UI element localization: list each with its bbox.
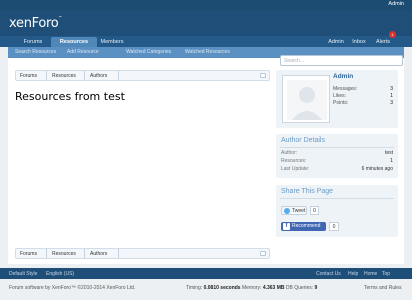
default-avatar-icon <box>287 80 327 120</box>
style-chooser-link[interactable]: Default Style <box>9 271 37 277</box>
breadcrumb-bottom: Forums Resources Authors <box>15 248 270 259</box>
recommend-count: 0 <box>329 222 339 231</box>
breadcrumb-separator <box>84 71 85 80</box>
tweet-button[interactable]: Tweet <box>281 206 307 215</box>
breadcrumb-separator <box>118 71 119 80</box>
stat-points: Points: 3 <box>333 100 393 106</box>
divider <box>280 147 394 148</box>
author-details-title: Author Details <box>281 137 325 144</box>
nav-admin[interactable]: Admin <box>324 37 348 47</box>
footer-bar: Default Style English (US) Contact Us He… <box>0 268 412 279</box>
tweet-label: Tweet <box>292 208 306 214</box>
site-logo[interactable]: xenForo™ <box>9 15 62 31</box>
breadcrumb-forums[interactable]: Forums <box>20 73 37 79</box>
copyright-text[interactable]: Forum software by XenForo™ ©2010-2014 Xe… <box>9 285 135 291</box>
search-placeholder: Search... <box>284 57 305 64</box>
nav-alerts[interactable]: Alerts 1 <box>372 31 396 47</box>
subnav-watched-categories[interactable]: Watched Categories <box>126 49 171 55</box>
language-chooser-link[interactable]: English (US) <box>46 271 74 277</box>
breadcrumb-resources[interactable]: Resources <box>52 73 76 79</box>
recommend-button[interactable]: f Recommend <box>281 222 326 231</box>
detail-author: Author: test <box>281 150 393 156</box>
breadcrumb-authors[interactable]: Authors <box>90 251 107 257</box>
debug-info: Timing: 0.0810 seconds Memory: 4.363 MB … <box>186 285 318 291</box>
detail-resources: Resources: 1 <box>281 158 393 164</box>
tweet-count: 0 <box>310 206 319 215</box>
tab-forums[interactable]: Forums <box>18 37 48 47</box>
breadcrumb-separator <box>118 249 119 258</box>
alerts-count-badge: 1 <box>389 31 396 38</box>
subnav-watched-resources[interactable]: Watched Resources <box>185 49 230 55</box>
jump-to-icon[interactable] <box>260 251 266 256</box>
facebook-icon: f <box>283 223 290 230</box>
avatar[interactable] <box>282 75 330 123</box>
footer-top-link[interactable]: Top <box>382 271 390 277</box>
breadcrumb-separator <box>84 249 85 258</box>
admin-link[interactable]: Admin <box>388 1 404 7</box>
author-details-block: Author Details Author: test Resources: 1 L… <box>276 134 398 178</box>
breadcrumb: Forums Resources Authors <box>15 70 270 81</box>
top-strip: Admin <box>0 0 412 10</box>
breadcrumb-forums[interactable]: Forums <box>20 251 37 257</box>
terms-link[interactable]: Terms and Rules <box>364 285 402 291</box>
recommend-label: Recommend <box>292 223 321 229</box>
share-title: Share This Page <box>281 188 334 195</box>
tab-members[interactable]: Members <box>97 37 127 47</box>
breadcrumb-authors[interactable]: Authors <box>90 73 107 79</box>
jump-to-icon[interactable] <box>260 73 266 78</box>
footer-home-link[interactable]: Home <box>364 271 377 277</box>
nav-alerts-label: Alerts <box>375 39 391 45</box>
twitter-icon <box>284 208 290 214</box>
user-name[interactable]: Admin <box>333 73 353 80</box>
search-input[interactable]: Search... <box>280 55 403 66</box>
subnav-search-resources[interactable]: Search Resources <box>15 49 56 55</box>
stat-messages: Messages: 3 <box>333 86 393 92</box>
site-header: xenForo™ <box>0 10 412 36</box>
page-title: Resources from test <box>15 90 125 103</box>
breadcrumb-separator <box>46 249 47 258</box>
tab-resources[interactable]: Resources <box>51 37 97 47</box>
detail-last-update: Last Update: 6 minutes ago <box>281 166 393 172</box>
nav-tabs: Forums Resources Members Admin Inbox Ale… <box>8 31 404 47</box>
subnav-add-resource[interactable]: Add Resource <box>67 49 99 55</box>
nav-inbox[interactable]: Inbox <box>348 37 370 47</box>
breadcrumb-separator <box>46 71 47 80</box>
breadcrumb-resources[interactable]: Resources <box>52 251 76 257</box>
footer-contact-link[interactable]: Contact Us <box>316 271 341 277</box>
divider <box>280 198 394 199</box>
stat-likes: Likes: 1 <box>333 93 393 99</box>
footer-help-link[interactable]: Help <box>348 271 358 277</box>
